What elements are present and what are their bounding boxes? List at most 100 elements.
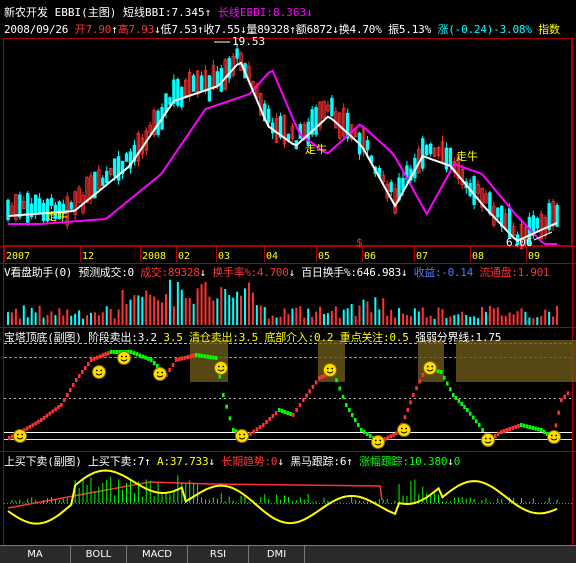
- strength-line: 强弱分界线:1.75: [415, 331, 502, 344]
- tower-block: [466, 408, 469, 412]
- smiley-icon: [481, 433, 495, 447]
- sell-zone: [190, 340, 228, 382]
- smiley-eye: [120, 355, 123, 358]
- ohlc-row: 2008/09/26 开7.90↑高7.93↓低7.53↑收7.55↓量8932…: [4, 23, 560, 36]
- horse-arrow: ↑: [346, 455, 353, 468]
- tower-block: [84, 366, 87, 370]
- tower-block: [437, 369, 440, 374]
- smiley-eye: [431, 365, 434, 368]
- tower-block: [286, 411, 289, 415]
- candle-body: [37, 198, 42, 214]
- candle-body: [424, 144, 429, 156]
- tower-block: [141, 354, 145, 359]
- tower-block: [218, 374, 222, 379]
- tower-block: [132, 351, 136, 356]
- tab-macd[interactable]: MACD: [127, 546, 188, 563]
- tower-block: [258, 425, 262, 430]
- timeline-label: 02: [178, 251, 191, 262]
- tower-block: [454, 396, 458, 400]
- tower-block: [354, 418, 357, 422]
- smiley-eye: [484, 437, 487, 440]
- long-trend-arrow: ↓: [277, 455, 284, 468]
- smiley-icon: [371, 435, 385, 449]
- tower-block: [341, 394, 345, 399]
- tower-block: [308, 389, 311, 394]
- timeline-label: 12: [82, 251, 95, 262]
- main-panel-frame: [3, 38, 572, 246]
- indicator-tab-bar: MA BOLL MACD RSI DMI: [0, 545, 576, 563]
- tab-boll[interactable]: BOLL: [71, 546, 127, 563]
- tower-block: [472, 415, 475, 420]
- tower-block: [302, 398, 305, 402]
- tower-block: [475, 419, 478, 424]
- smiley-eye: [161, 371, 164, 374]
- tab-ma[interactable]: MA: [0, 546, 71, 563]
- turnover-rate: 换手率%:4.700: [212, 266, 289, 279]
- trade-volume: 成交:89328: [140, 266, 200, 279]
- tower-block: [271, 414, 275, 418]
- tower-block: [289, 412, 292, 416]
- smiley-eye: [555, 434, 558, 437]
- tower-block: [107, 351, 110, 356]
- tower-block: [348, 408, 351, 412]
- tab-dmi[interactable]: DMI: [249, 546, 305, 563]
- tower-block: [90, 358, 93, 362]
- tower-block: [566, 391, 570, 396]
- tower-block: [443, 375, 446, 380]
- tower-block: [514, 425, 517, 429]
- smiley-icon: [397, 423, 411, 437]
- tower-block: [183, 355, 187, 360]
- candle-body: [18, 194, 22, 218]
- tower-block: [525, 424, 529, 429]
- tower-block: [478, 423, 481, 427]
- candle-body: [168, 97, 172, 105]
- tower-block: [311, 384, 315, 389]
- tower-block: [175, 358, 178, 362]
- tower-block: [197, 353, 201, 358]
- tower-block: [449, 387, 452, 392]
- smiley-eye: [21, 433, 24, 436]
- tower-block: [403, 415, 407, 420]
- tower-block: [363, 430, 366, 434]
- tab-rsi[interactable]: RSI: [188, 546, 249, 563]
- tower-block: [147, 356, 150, 361]
- smiley-eye: [243, 433, 246, 436]
- smiley-eye: [400, 427, 403, 430]
- tower-block: [280, 409, 284, 413]
- tower-block: [69, 388, 72, 392]
- tower-block: [386, 435, 390, 440]
- tower-block: [268, 417, 271, 421]
- tower-block: [318, 376, 321, 380]
- tower-block: [101, 353, 105, 358]
- a-arrow: ↓: [208, 455, 215, 468]
- trade-arrow: ↓: [199, 266, 207, 279]
- timeline-label: 08: [472, 251, 485, 262]
- amplitude-value: 振5.13%: [388, 23, 431, 36]
- candle-body: [41, 202, 46, 221]
- tower-block: [60, 403, 63, 407]
- tower-block: [497, 432, 500, 436]
- extra-label: 指数: [538, 23, 560, 36]
- smiley-icon: [423, 361, 437, 375]
- updown-value: 上买下卖:7: [88, 455, 145, 468]
- long-ebbi-value: 长线EBBI:8.363: [217, 6, 307, 19]
- tower-block: [42, 415, 46, 420]
- tower-block: [200, 353, 204, 358]
- bull-annotation: 走牛: [46, 210, 68, 223]
- candle-body: [26, 192, 30, 223]
- tower-title: 宝塔顶底(副图) 阶段卖出:3.2: [4, 331, 157, 344]
- tower-block: [104, 352, 107, 357]
- candle-body: [428, 143, 433, 155]
- hundred-arrow: ↓: [400, 266, 408, 279]
- candle-body: [215, 71, 220, 86]
- timeline-label: 03: [218, 251, 231, 262]
- tower-block: [87, 362, 90, 366]
- volume-header: V看盘助手(0) 预测成交:0 成交:89328↓ 换手率%:4.700↓ 百日…: [4, 266, 550, 279]
- change-value: 涨(-0.24)-3.08%: [437, 23, 532, 36]
- tower-block: [389, 434, 393, 439]
- turnover-value: 换4.70%: [338, 23, 382, 36]
- rise-tail: 0: [453, 455, 461, 468]
- tower-block: [232, 428, 235, 432]
- smiley-eye: [125, 355, 128, 358]
- smiley-eye: [331, 367, 334, 370]
